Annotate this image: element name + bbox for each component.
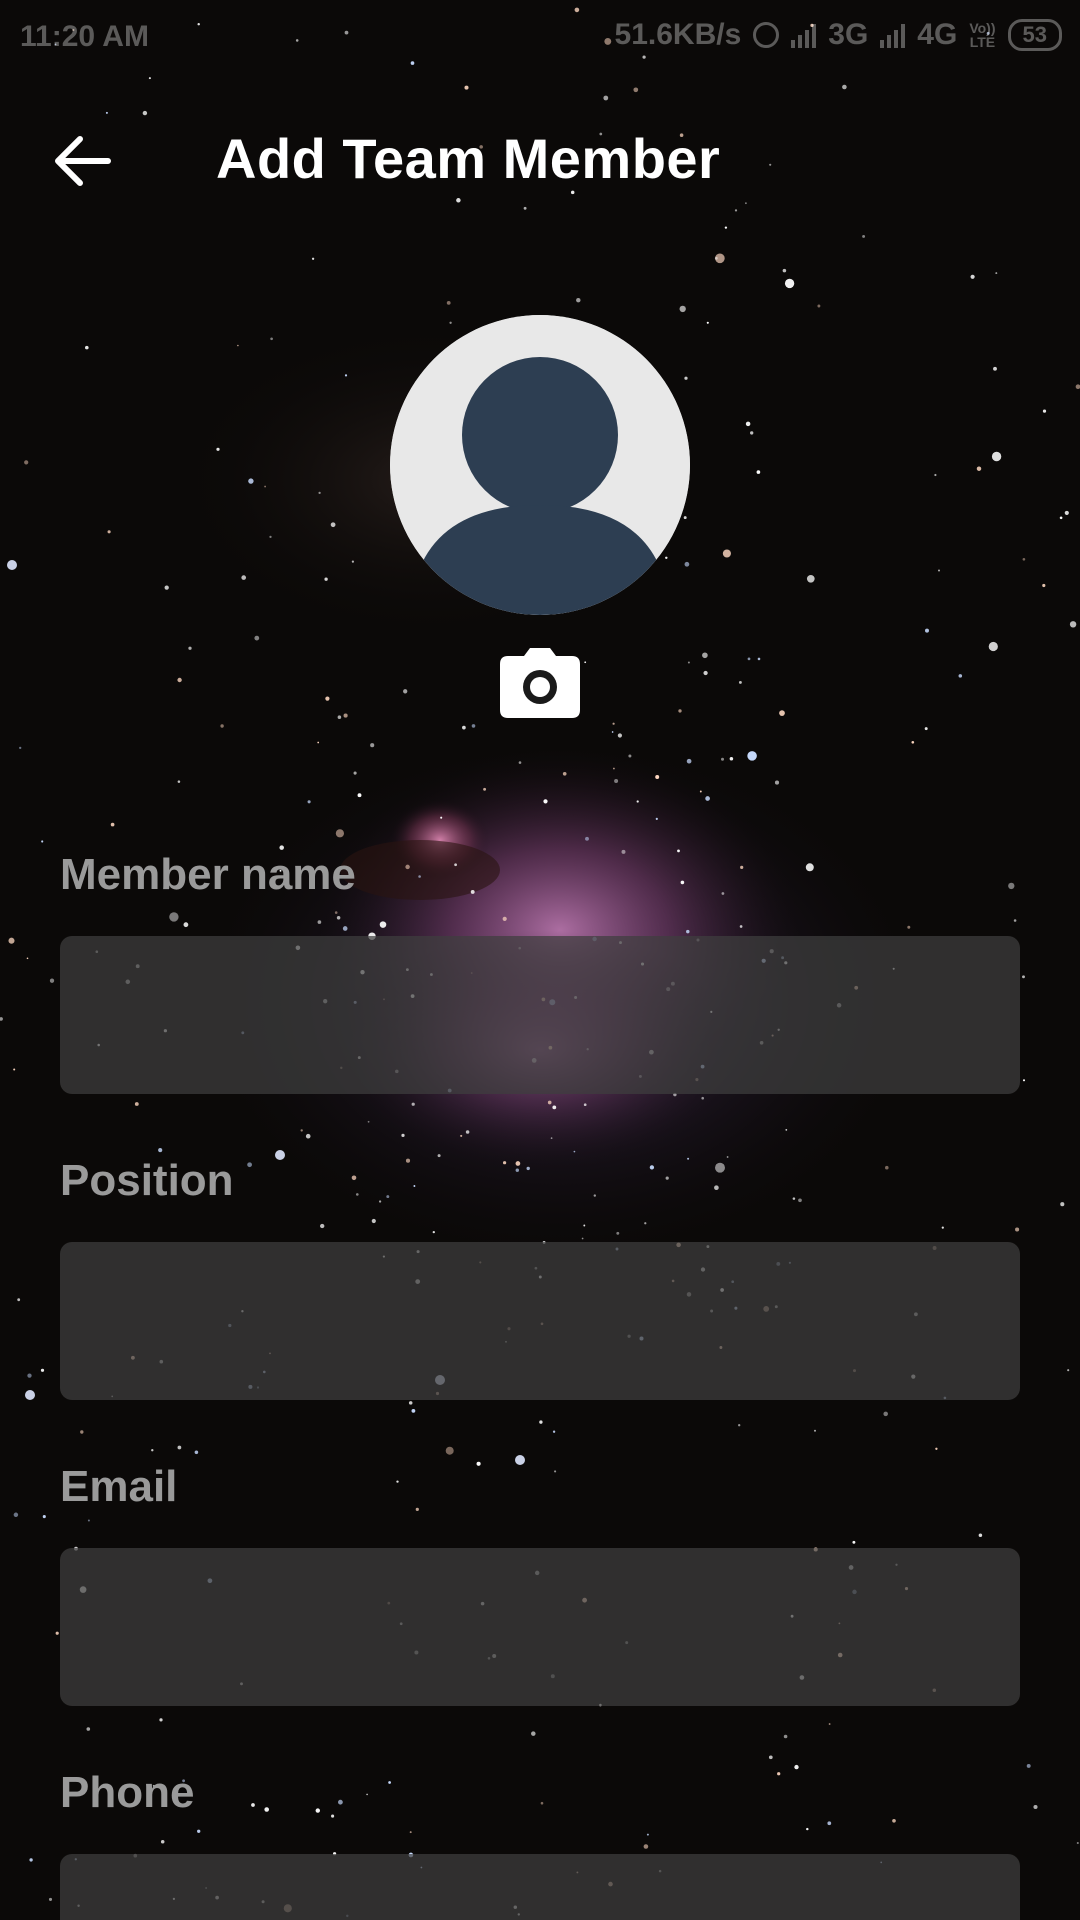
avatar[interactable] — [390, 315, 690, 615]
volte-icon: Vo)) LTE — [969, 21, 995, 49]
signal-icon — [880, 22, 906, 48]
network-speed: 51.6KB/s — [614, 18, 742, 51]
phone-label: Phone — [60, 1768, 195, 1817]
page-title: Add Team Member — [216, 127, 721, 190]
back-button[interactable] — [50, 128, 116, 194]
position-input[interactable] — [60, 1242, 1020, 1400]
alarm-icon — [753, 22, 780, 48]
status-time: 11:20 AM — [20, 20, 149, 53]
default-user-avatar-icon — [390, 315, 690, 615]
member-name-input[interactable] — [60, 936, 1020, 1094]
camera-button[interactable] — [500, 648, 580, 718]
network-type-1: 3G — [828, 18, 869, 51]
member-name-label: Member name — [60, 850, 356, 899]
volte-bottom: LTE — [969, 34, 996, 50]
status-bar: 11:20 AM 51.6KB/s 3G 4G Vo)) LTE 53 — [0, 0, 1080, 72]
email-label: Email — [60, 1462, 178, 1511]
status-icons: 51.6KB/s 3G 4G Vo)) LTE 53 — [615, 18, 1062, 52]
battery-indicator: 53 — [1007, 19, 1062, 51]
phone-input[interactable] — [60, 1854, 1020, 1920]
app-bar: Add Team Member — [0, 110, 1080, 210]
position-label: Position — [60, 1156, 234, 1205]
signal-icon — [791, 22, 817, 48]
email-input[interactable] — [60, 1548, 1020, 1706]
arrow-left-icon — [55, 136, 111, 186]
camera-icon — [500, 648, 580, 718]
network-type-2: 4G — [917, 18, 958, 51]
